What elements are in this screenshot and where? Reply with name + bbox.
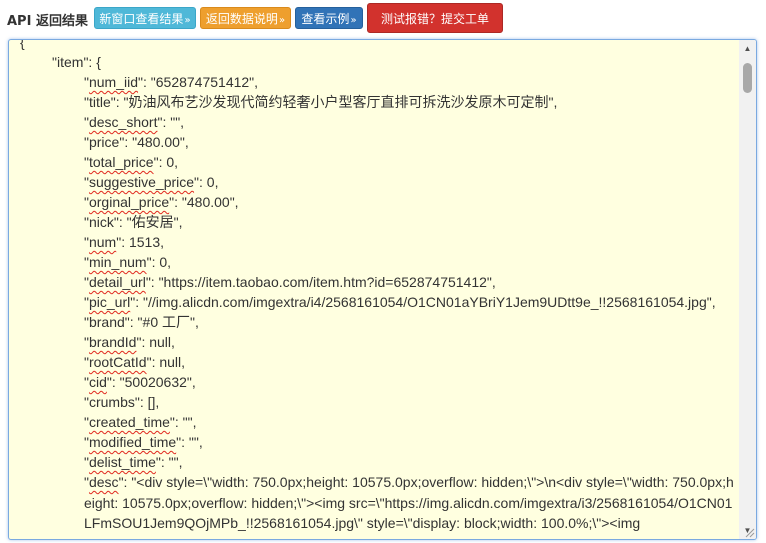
json-line: "delist_time": "", — [84, 454, 183, 470]
json-line: "pic_url": "//img.alicdn.com/imgextra/i4… — [84, 294, 716, 310]
json-line: "price": "480.00", — [84, 134, 189, 150]
json-line: { — [20, 39, 25, 50]
view-example-button[interactable]: 查看示例» — [295, 7, 363, 29]
json-line: "created_time": "", — [84, 414, 197, 430]
json-line: "desc_short": "", — [84, 114, 185, 130]
json-line: "min_num": 0, — [84, 254, 172, 270]
json-line: "num_iid": "652874751412", — [84, 74, 259, 90]
json-line: "modified_time": "", — [84, 434, 203, 450]
response-doc-button[interactable]: 返回数据说明» — [200, 7, 291, 29]
toolbar: API 返回结果 新窗口查看结果» 返回数据说明» 查看示例» 测试报错？提交工… — [0, 0, 766, 36]
json-line: "title": "奶油风布艺沙发现代简约轻奢小户型客厅直排可拆洗沙发原木可定制… — [84, 94, 558, 110]
json-line: "total_price": 0, — [84, 154, 179, 170]
json-line: "num": 1513, — [84, 234, 165, 250]
submit-ticket-button[interactable]: 测试报错？提交工单 — [367, 3, 503, 33]
json-line: "desc": "<div style=\"width: 750.0px;hei… — [84, 474, 734, 531]
result-textarea[interactable]: { "item": { "num_iid": "652874751412", "… — [8, 39, 757, 540]
resize-grip-icon[interactable] — [743, 526, 755, 538]
json-line: "rootCatId": null, — [84, 354, 186, 370]
open-new-window-button[interactable]: 新窗口查看结果» — [94, 7, 196, 29]
json-line: "crumbs": [], — [84, 394, 160, 410]
page-title: API 返回结果 — [7, 14, 88, 29]
json-line: "nick": "佑安居", — [84, 214, 183, 230]
json-line: "brandId": null, — [84, 334, 175, 350]
json-result-content: { "item": { "num_iid": "652874751412", "… — [20, 39, 735, 534]
json-line: "orginal_price": "480.00", — [84, 194, 239, 210]
vertical-scrollbar[interactable]: ▲ ▼ — [739, 40, 756, 539]
json-line: "cid": "50020632", — [84, 374, 196, 390]
json-line: "detail_url": "https://item.taobao.com/i… — [84, 274, 496, 290]
scroll-up-arrow-icon[interactable]: ▲ — [739, 40, 756, 57]
scrollbar-thumb[interactable] — [743, 63, 752, 93]
json-line: "item": { — [52, 54, 101, 70]
json-line: "brand": "#0 工厂", — [84, 314, 199, 330]
json-line: "suggestive_price": 0, — [84, 174, 219, 190]
